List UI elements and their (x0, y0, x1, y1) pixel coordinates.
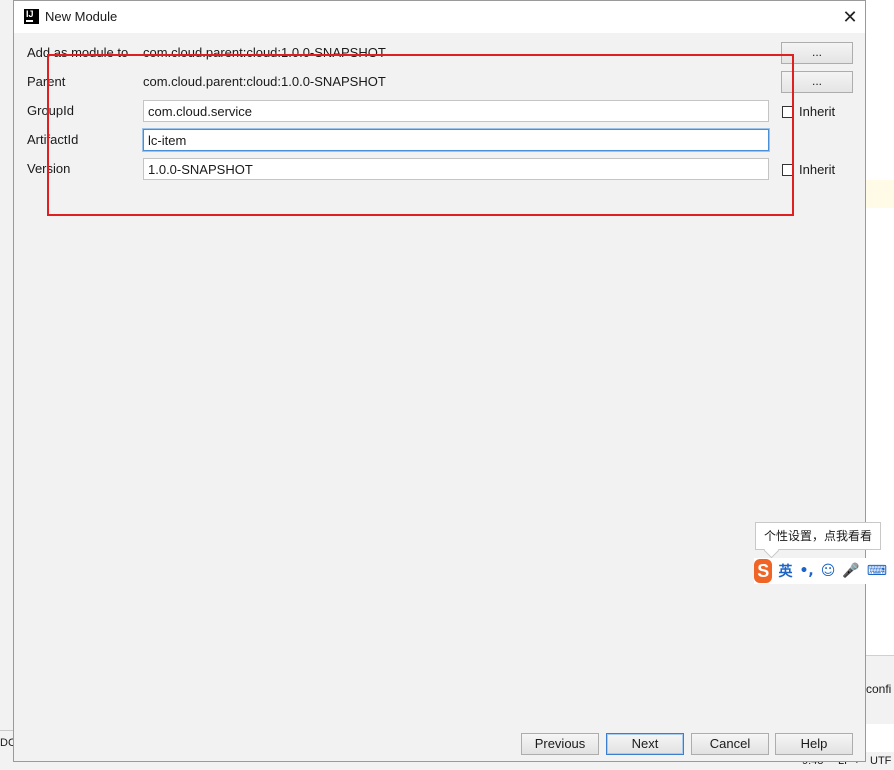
inherit-label: Inherit (799, 104, 836, 119)
ide-highlight-line (866, 180, 894, 208)
ime-punctuation-icon[interactable]: •, (799, 563, 813, 579)
help-button[interactable]: Help (775, 733, 853, 755)
ime-keyboard-icon[interactable]: ⌨ (867, 563, 887, 579)
inherit-label: Inherit (799, 162, 836, 177)
ime-tooltip[interactable]: 个性设置，点我看看 (755, 522, 881, 550)
next-button[interactable]: Next (606, 733, 684, 755)
status-encoding[interactable]: UTF (870, 755, 891, 767)
ime-emoji-icon[interactable]: ☺ (821, 563, 836, 579)
intellij-icon: IJ (24, 9, 39, 24)
intellij-icon-text: IJ (26, 9, 34, 19)
cancel-button[interactable]: Cancel (691, 733, 769, 755)
dialog-titlebar[interactable]: IJ New Module ✕ (14, 1, 865, 33)
dialog-title: New Module (45, 9, 118, 24)
ime-voice-icon[interactable]: 🎤 (842, 563, 859, 579)
sogou-logo-icon[interactable]: S (754, 559, 773, 583)
ide-config-panel: confi (864, 655, 894, 724)
highlight-annotation-box (47, 54, 794, 216)
ime-toolbar: S 英 •, ☺ 🎤 ⌨ (754, 558, 894, 584)
config-text: confi (866, 682, 892, 696)
close-icon[interactable]: ✕ (835, 1, 865, 33)
ime-mode-toggle[interactable]: 英 (778, 561, 792, 581)
previous-button[interactable]: Previous (521, 733, 599, 755)
